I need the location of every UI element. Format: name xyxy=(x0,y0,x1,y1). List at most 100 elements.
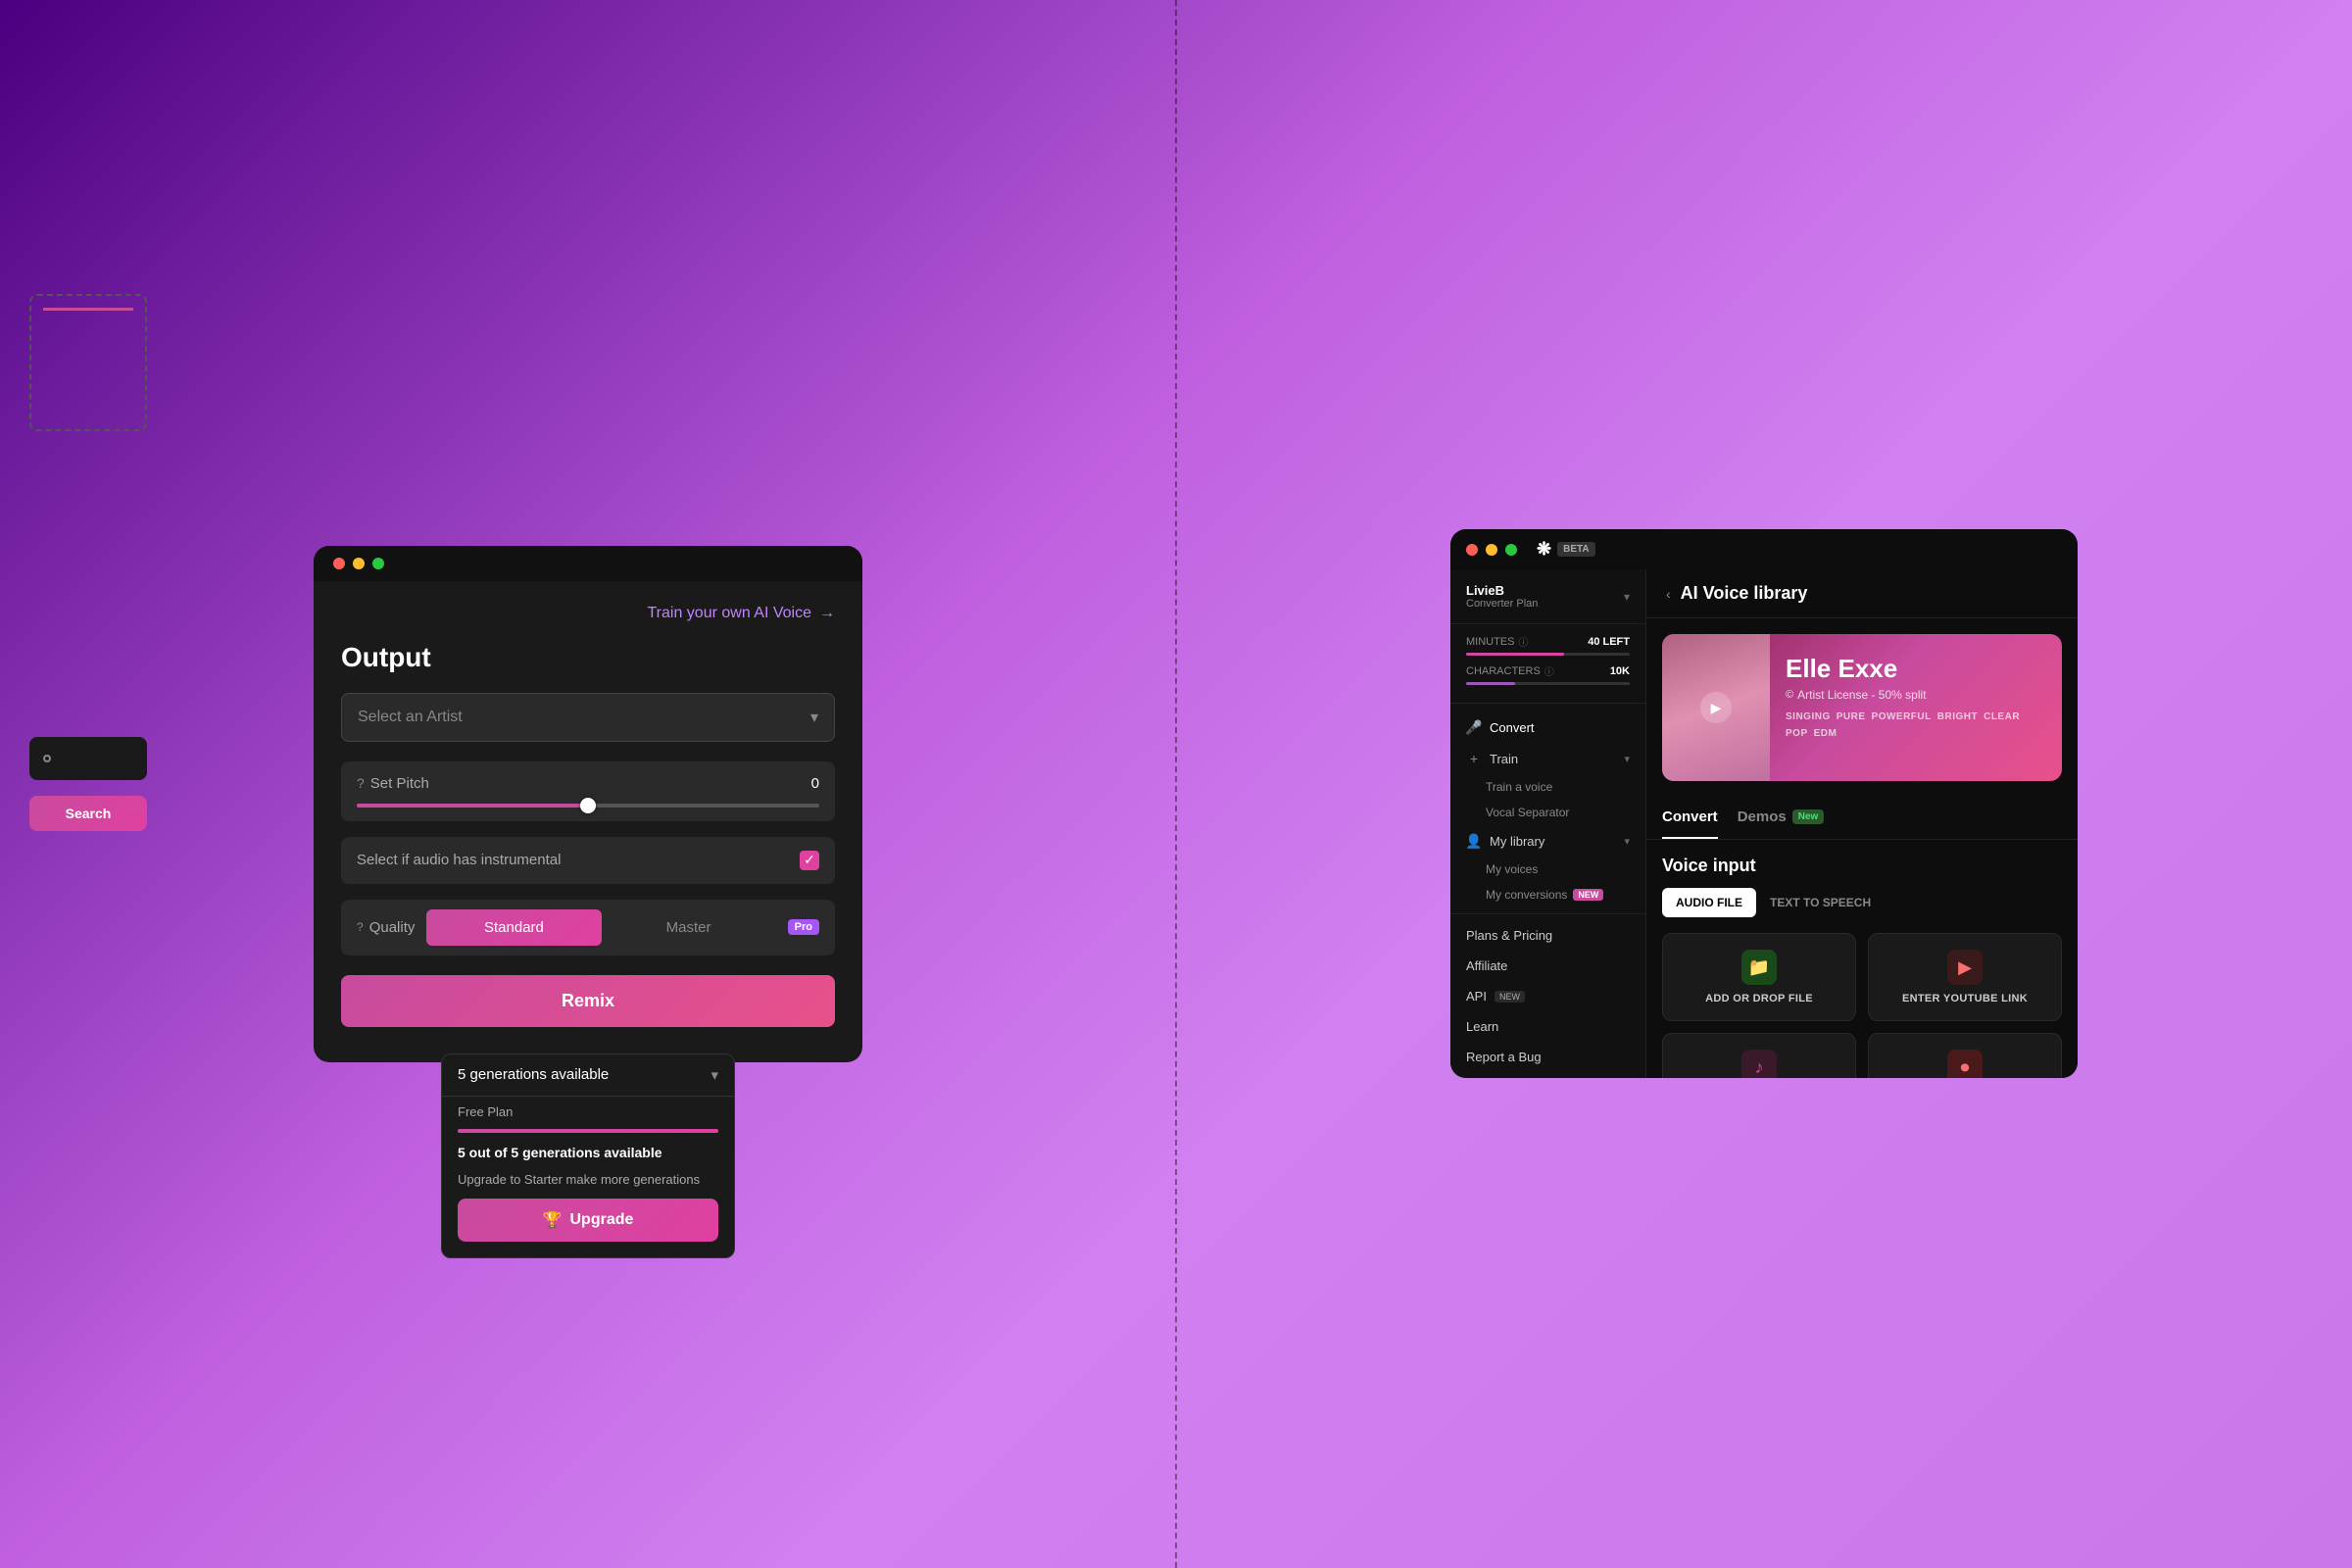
instrumental-label: Select if audio has instrumental xyxy=(357,852,561,868)
artist-placeholder: Select an Artist xyxy=(358,709,463,726)
pitch-value: 0 xyxy=(811,775,819,792)
minutes-bar-fill xyxy=(1466,653,1564,656)
sidebar-item-plans[interactable]: Plans & Pricing xyxy=(1450,920,1645,951)
sidebar-stats: MINUTES ⓘ 40 LEFT CHARACTERS ⓘ 10K xyxy=(1450,624,1645,704)
train-link[interactable]: Train your own AI Voice → xyxy=(341,605,835,622)
search-input-area xyxy=(29,737,147,780)
voice-option-youtube[interactable]: ▶ ENTER YOUTUBE LINK xyxy=(1868,933,2062,1021)
gen-upgrade-text: Upgrade to Starter make more generations xyxy=(442,1168,734,1199)
sidebar-item-learn[interactable]: Learn xyxy=(1450,1011,1645,1042)
minutes-value: 40 LEFT xyxy=(1588,636,1630,648)
tag-pop: POP xyxy=(1786,728,1808,739)
voice-options-grid: 📁 ADD OR DROP FILE ▶ ENTER YOUTUBE LINK … xyxy=(1662,933,2062,1078)
tab-demos[interactable]: Demos New xyxy=(1738,797,1825,839)
left-app-window: Train your own AI Voice → Output Select … xyxy=(314,546,862,1062)
sidebar-user-plan: Converter Plan xyxy=(1466,598,1538,610)
characters-label: CHARACTERS ⓘ xyxy=(1466,663,1554,678)
master-quality-btn[interactable]: Master xyxy=(602,909,776,946)
window-header xyxy=(314,546,862,581)
sidebar-item-my-voices[interactable]: My voices xyxy=(1450,857,1645,882)
microphone-icon: 🎤 xyxy=(1466,719,1482,735)
upgrade-label: Upgrade xyxy=(570,1211,634,1229)
search-button[interactable]: Search xyxy=(29,796,147,831)
api-new-badge: NEW xyxy=(1494,991,1525,1003)
train-label: Train xyxy=(1490,752,1518,766)
right-panel: ❋ BETA LivieB Converter Plan ▾ xyxy=(1176,0,2352,1568)
upgrade-icon: 🏆 xyxy=(543,1210,563,1230)
minutes-label: MINUTES ⓘ xyxy=(1466,634,1529,649)
demos-new-badge: New xyxy=(1792,809,1825,824)
pitch-slider[interactable] xyxy=(357,804,819,808)
sidebar-item-affiliate[interactable]: Affiliate xyxy=(1450,951,1645,981)
record-icon: ⏺ xyxy=(1947,1050,1983,1078)
info-icon-minutes: ⓘ xyxy=(1519,634,1529,649)
drop-file-icon: 📁 xyxy=(1741,950,1777,985)
tab-audio-file[interactable]: AUDIO FILE xyxy=(1662,888,1756,917)
sidebar-user-name: LivieB xyxy=(1466,583,1538,598)
sidebar-item-my-library[interactable]: 👤 My library ▾ xyxy=(1450,825,1645,857)
minutes-stat-row: MINUTES ⓘ 40 LEFT xyxy=(1466,634,1630,649)
characters-bar xyxy=(1466,682,1630,685)
voice-input-section: Voice input AUDIO FILE TEXT TO SPEECH 📁 … xyxy=(1646,856,2078,1078)
youtube-label: ENTER YOUTUBE LINK xyxy=(1902,993,2028,1004)
train-link-text: Train your own AI Voice xyxy=(648,605,812,622)
right-dot-yellow xyxy=(1486,544,1497,556)
voice-option-drop-file[interactable]: 📁 ADD OR DROP FILE xyxy=(1662,933,1856,1021)
person-icon: 👤 xyxy=(1466,833,1482,849)
output-title: Output xyxy=(341,642,835,673)
tab-tts[interactable]: TEXT TO SPEECH xyxy=(1756,888,1885,917)
drop-file-label: ADD OR DROP FILE xyxy=(1705,993,1813,1004)
sidebar-item-report[interactable]: Report a Bug xyxy=(1450,1042,1645,1072)
sidebar-item-api[interactable]: API NEW xyxy=(1450,981,1645,1011)
sidebar-item-convert[interactable]: 🎤 Convert xyxy=(1450,711,1645,743)
convert-label: Convert xyxy=(1490,720,1535,735)
gen-header: 5 generations available ▾ xyxy=(442,1054,734,1097)
right-dot-green xyxy=(1505,544,1517,556)
divider xyxy=(1175,0,1177,1568)
page-header: ‹ AI Voice library xyxy=(1646,569,2078,618)
tab-convert[interactable]: Convert xyxy=(1662,797,1718,839)
tag-pure: PURE xyxy=(1837,711,1866,722)
sidebar-item-train[interactable]: + Train ▾ xyxy=(1450,743,1645,774)
upgrade-button[interactable]: 🏆 Upgrade xyxy=(458,1199,718,1242)
window-dot-green xyxy=(372,558,384,569)
content-tabs: Convert Demos New xyxy=(1646,797,2078,840)
train-chevron-icon: ▾ xyxy=(1624,753,1630,765)
artist-select-wrapper: Select an Artist ▾ xyxy=(341,693,835,742)
pro-badge: Pro xyxy=(788,919,819,935)
tag-edm: EDM xyxy=(1814,728,1838,739)
sidebar-user[interactable]: LivieB Converter Plan ▾ xyxy=(1450,569,1645,624)
artist-chevron-icon: ▾ xyxy=(810,708,818,727)
window-dot-yellow xyxy=(353,558,365,569)
voice-option-demo[interactable]: ♪ FREE DEMO AUDIO xyxy=(1662,1033,1856,1078)
quality-label: ? Quality xyxy=(357,919,415,936)
tag-clear: CLEAR xyxy=(1984,711,2020,722)
pitch-thumb xyxy=(580,798,596,813)
logo-icon: ❋ xyxy=(1537,539,1551,560)
train-link-arrow: → xyxy=(819,605,835,622)
plus-icon: + xyxy=(1466,751,1482,766)
standard-quality-btn[interactable]: Standard xyxy=(426,909,601,946)
gen-available: 5 out of 5 generations available xyxy=(442,1141,734,1168)
artist-select[interactable]: Select an Artist ▾ xyxy=(341,693,835,742)
nav-section: 🎤 Convert + Train ▾ Train a voice Vocal … xyxy=(1450,704,1645,1078)
left-content: Train your own AI Voice → Output Select … xyxy=(314,581,862,1062)
pitch-track xyxy=(357,804,588,808)
artist-tags: SINGING PURE POWERFUL BRIGHT CLEAR POP E… xyxy=(1786,711,2046,739)
remix-button[interactable]: Remix xyxy=(341,975,835,1027)
characters-stat-row: CHARACTERS ⓘ 10K xyxy=(1466,663,1630,678)
sidebar-item-train-voice[interactable]: Train a voice xyxy=(1450,774,1645,800)
page-title: AI Voice library xyxy=(1681,583,1808,604)
sidebar-item-vocal-separator[interactable]: Vocal Separator xyxy=(1450,800,1645,825)
pitch-row: ? Set Pitch 0 xyxy=(341,761,835,821)
hero-play-button[interactable]: ▶ xyxy=(1700,692,1732,723)
back-button[interactable]: ‹ xyxy=(1666,586,1671,602)
instrumental-checkbox[interactable]: ✓ xyxy=(800,851,819,870)
sidebar-item-my-conversions[interactable]: My conversions NEW xyxy=(1450,882,1645,907)
sidebar-user-info: LivieB Converter Plan xyxy=(1466,583,1538,610)
youtube-icon: ▶ xyxy=(1947,950,1983,985)
my-library-label: My library xyxy=(1490,834,1544,849)
generations-dropdown: 5 generations available ▾ Free Plan 5 ou… xyxy=(441,1054,735,1258)
voice-input-tabs: AUDIO FILE TEXT TO SPEECH xyxy=(1662,888,2062,917)
voice-option-record[interactable]: ⏺ RECORD xyxy=(1868,1033,2062,1078)
